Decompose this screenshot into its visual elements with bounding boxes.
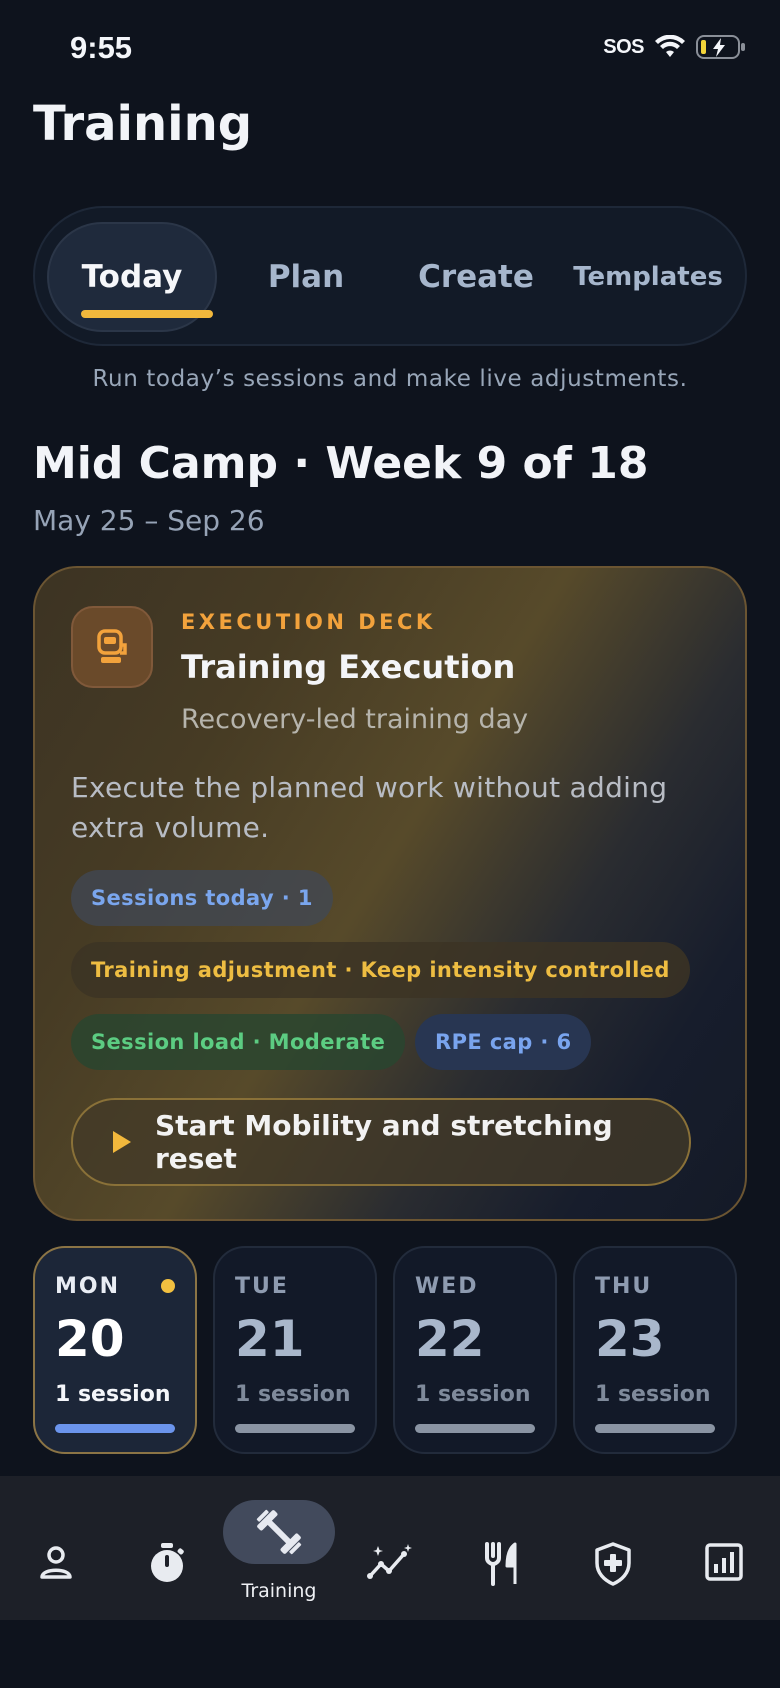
status-time: 9:55 bbox=[70, 30, 133, 65]
camp-dates: May 25 – Sep 26 bbox=[33, 504, 265, 537]
dumbbell-icon bbox=[256, 1509, 302, 1555]
bottom-nav: Training bbox=[0, 1476, 780, 1620]
clipboard-icon bbox=[71, 606, 153, 688]
nav-timer[interactable] bbox=[111, 1476, 223, 1620]
day-progress-bar bbox=[235, 1424, 355, 1433]
card-title: Training Execution bbox=[181, 648, 516, 686]
reports-icon bbox=[705, 1543, 743, 1581]
day-card-thu[interactable]: THU 23 1 session bbox=[573, 1246, 737, 1454]
today-indicator-dot bbox=[161, 1279, 175, 1293]
camp-title: Mid Camp · Week 9 of 18 bbox=[33, 438, 649, 489]
tab-today-label: Today bbox=[81, 259, 183, 295]
day-number: 23 bbox=[595, 1310, 665, 1368]
tab-today[interactable]: Today bbox=[47, 222, 217, 332]
day-name: TUE bbox=[235, 1274, 289, 1299]
nutrition-icon bbox=[485, 1542, 517, 1586]
day-sessions: 1 session bbox=[55, 1382, 171, 1407]
nav-health[interactable] bbox=[557, 1476, 669, 1620]
day-card-mon[interactable]: MON 20 1 session bbox=[33, 1246, 197, 1454]
tab-plan[interactable]: Plan bbox=[221, 222, 391, 332]
tab-active-indicator bbox=[81, 310, 213, 318]
rpe-cap-chip: RPE cap · 6 bbox=[415, 1014, 592, 1070]
tab-plan-label: Plan bbox=[267, 259, 345, 295]
execution-card: EXECUTION DECK Training Execution Recove… bbox=[33, 566, 747, 1221]
day-progress-bar bbox=[415, 1424, 535, 1433]
battery-charging-icon bbox=[696, 35, 745, 59]
day-name: THU bbox=[595, 1274, 653, 1299]
day-number: 20 bbox=[55, 1310, 125, 1368]
training-adjustment-chip: Training adjustment · Keep intensity con… bbox=[71, 942, 690, 998]
tab-templates-label: Templates bbox=[573, 262, 723, 292]
day-progress-bar bbox=[55, 1424, 175, 1433]
day-number: 22 bbox=[415, 1310, 485, 1368]
day-sessions: 1 session bbox=[415, 1382, 531, 1407]
tab-description: Run today’s sessions and make live adjus… bbox=[92, 366, 688, 392]
sos-label: SOS bbox=[603, 35, 644, 58]
nav-nutrition[interactable] bbox=[446, 1476, 558, 1620]
sessions-today-chip: Sessions today · 1 bbox=[71, 870, 333, 926]
nav-training-label: Training bbox=[241, 1580, 317, 1602]
wifi-icon bbox=[655, 35, 685, 57]
status-icons: SOS bbox=[603, 34, 746, 60]
status-bar: 9:55 SOS bbox=[0, 0, 780, 100]
nav-reports[interactable] bbox=[668, 1476, 780, 1620]
day-card-wed[interactable]: WED 22 1 session bbox=[393, 1246, 557, 1454]
card-subtitle: Recovery-led training day bbox=[181, 704, 529, 735]
session-load-chip: Session load · Moderate bbox=[71, 1014, 406, 1070]
stopwatch-icon bbox=[151, 1543, 184, 1582]
start-session-button[interactable]: Start Mobility and stretching reset bbox=[71, 1098, 691, 1186]
day-number: 21 bbox=[235, 1310, 305, 1368]
day-card-tue[interactable]: TUE 21 1 session bbox=[213, 1246, 377, 1454]
tab-templates[interactable]: Templates bbox=[563, 222, 733, 332]
day-name: WED bbox=[415, 1274, 479, 1299]
day-sessions: 1 session bbox=[235, 1382, 351, 1407]
card-eyebrow: EXECUTION DECK bbox=[181, 610, 436, 634]
tab-create[interactable]: Create bbox=[391, 222, 561, 332]
card-description: Execute the planned work without adding … bbox=[71, 771, 668, 844]
nav-profile[interactable] bbox=[0, 1476, 112, 1620]
day-sessions: 1 session bbox=[595, 1382, 711, 1407]
play-icon bbox=[113, 1131, 131, 1153]
day-name: MON bbox=[55, 1274, 121, 1299]
health-shield-icon bbox=[595, 1542, 631, 1586]
tab-create-label: Create bbox=[418, 259, 534, 295]
nav-progress[interactable] bbox=[334, 1476, 446, 1620]
start-session-label: Start Mobility and stretching reset bbox=[155, 1109, 613, 1175]
profile-icon bbox=[40, 1546, 72, 1579]
page-title: Training bbox=[33, 96, 253, 152]
day-progress-bar bbox=[595, 1424, 715, 1433]
nav-training[interactable]: Training bbox=[223, 1476, 335, 1620]
progress-chart-icon bbox=[367, 1544, 412, 1579]
tab-bar: Today Plan Create Templates bbox=[33, 206, 747, 346]
